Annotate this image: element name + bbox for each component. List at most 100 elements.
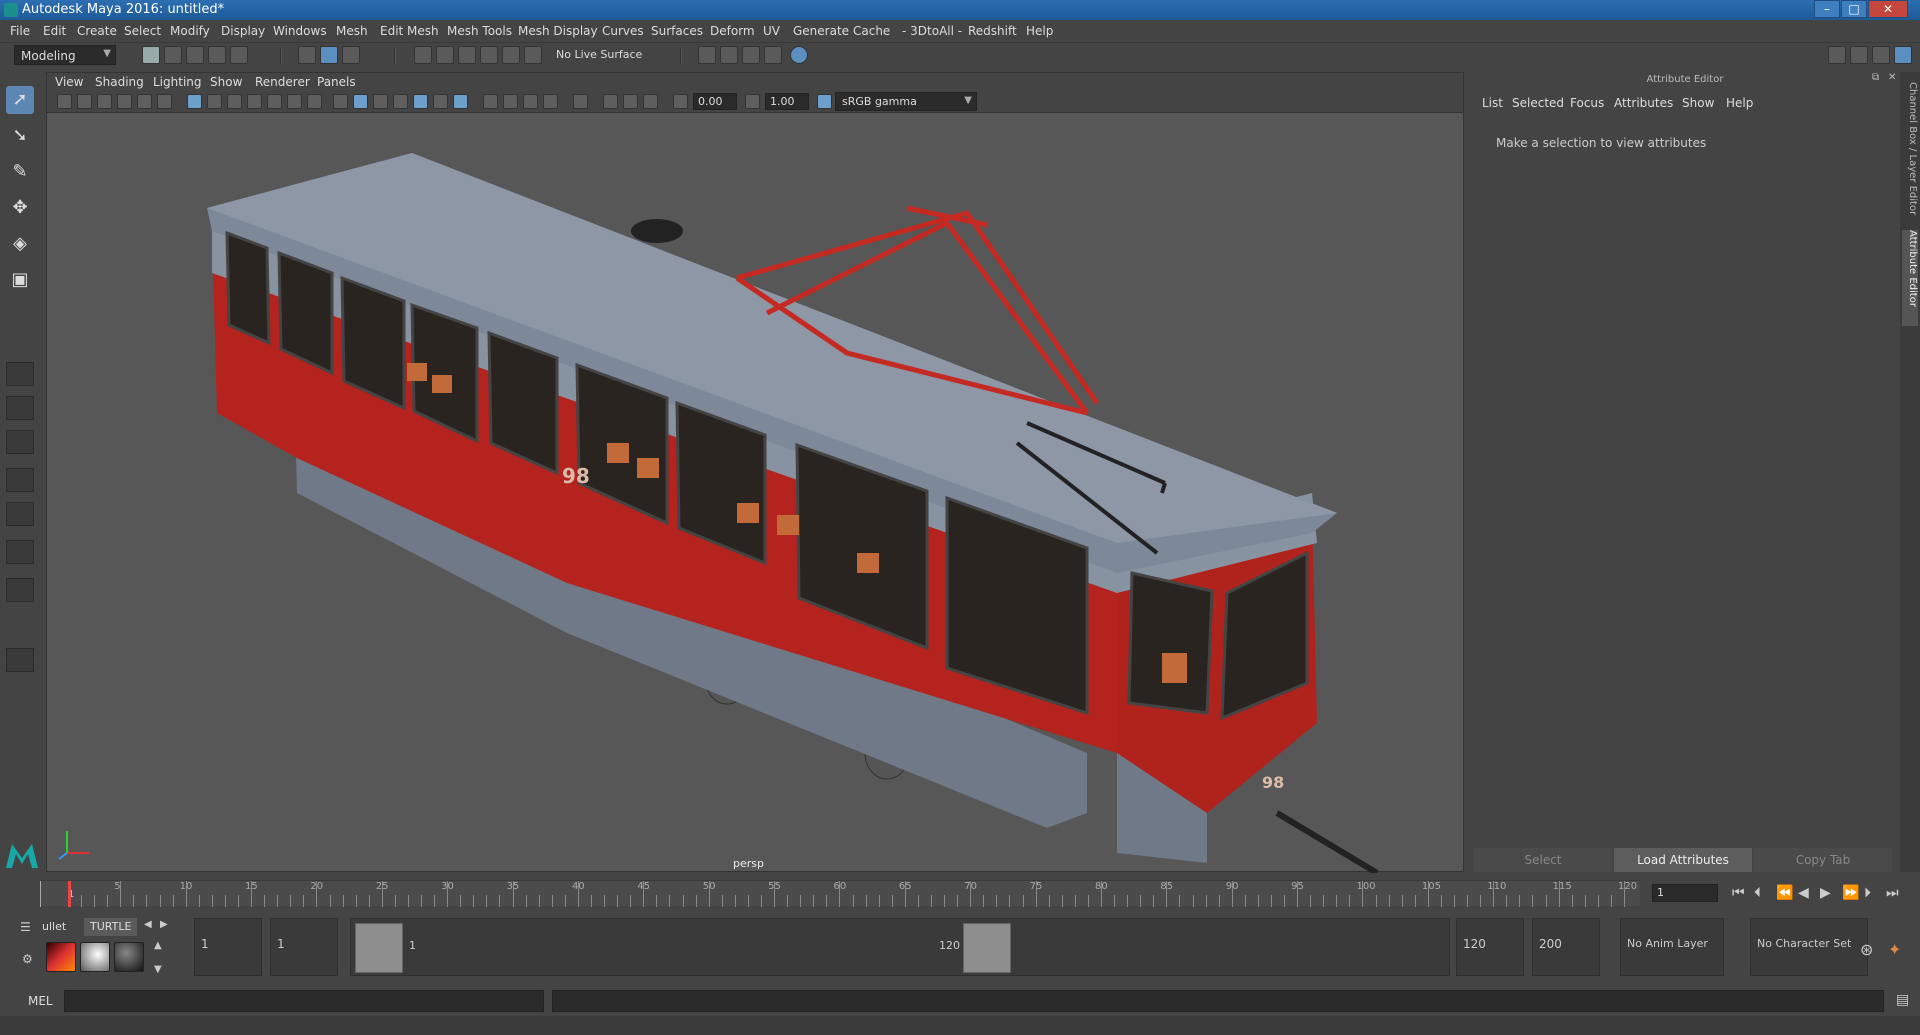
close-panel-icon[interactable]: ✕ — [1888, 72, 1896, 83]
rotate-tool-icon[interactable]: ◈ — [6, 230, 34, 258]
step-forward-key-icon[interactable]: ⏩ — [1842, 885, 1859, 901]
safe-action-icon[interactable] — [287, 94, 302, 109]
menu-mesh-tools[interactable]: Mesh Tools — [447, 24, 512, 38]
maximize-button[interactable]: □ — [1841, 0, 1867, 18]
custom-layout-icon[interactable] — [6, 648, 34, 672]
float-panel-icon[interactable]: ⧉ — [1872, 72, 1879, 83]
script-language-label[interactable]: MEL — [28, 994, 53, 1008]
menu-redshift[interactable]: Redshift — [968, 24, 1017, 38]
safe-title-icon[interactable] — [307, 94, 322, 109]
play-backwards-icon[interactable]: ◀ — [1798, 885, 1809, 901]
hypershade-icon[interactable] — [790, 46, 808, 64]
redo-icon[interactable] — [230, 46, 248, 64]
toggle-channel-box-icon[interactable] — [1894, 46, 1912, 64]
shelf-tab-turtle[interactable]: TURTLE — [84, 918, 138, 936]
menu-3dtoall[interactable]: - 3DtoAll - — [902, 24, 962, 38]
motion-blur-icon[interactable] — [503, 94, 518, 109]
viewport-menu-shading[interactable]: Shading — [95, 75, 144, 89]
copy-tab-button[interactable]: Copy Tab — [1754, 848, 1892, 872]
color-space-selector[interactable]: sRGB gamma ▼ — [835, 92, 977, 111]
toggle-tool-settings-icon[interactable] — [1872, 46, 1890, 64]
time-slider[interactable]: 1 51015202530354045505560657075808590951… — [40, 880, 1640, 907]
ipr-render-icon[interactable] — [742, 46, 760, 64]
use-all-lights-icon[interactable] — [433, 94, 448, 109]
snap-point-icon[interactable] — [458, 46, 476, 64]
textured-icon[interactable] — [413, 94, 428, 109]
shelf-settings-icon[interactable]: ⚙ — [22, 952, 33, 966]
range-end-handle[interactable] — [963, 923, 1011, 973]
step-back-frame-icon[interactable]: ⏴ — [1754, 885, 1761, 901]
menu-display[interactable]: Display — [221, 24, 265, 38]
animation-end-field[interactable]: 200 — [1532, 918, 1600, 976]
menu-cache[interactable]: Cache — [853, 24, 890, 38]
attr-menu-selected[interactable]: Selected — [1512, 96, 1564, 110]
load-attributes-button[interactable]: Load Attributes — [1614, 848, 1752, 872]
attr-menu-list[interactable]: List — [1482, 96, 1503, 110]
save-scene-icon[interactable] — [186, 46, 204, 64]
viewport-menu-view[interactable]: View — [55, 75, 83, 89]
paint-select-tool-icon[interactable]: ✎ — [6, 158, 34, 186]
play-forwards-icon[interactable]: ▶ — [1820, 885, 1831, 901]
use-default-material-icon[interactable] — [373, 94, 388, 109]
shelf-menu-icon[interactable]: ☰ — [20, 920, 31, 934]
character-set-selector[interactable]: No Character Set — [1750, 918, 1868, 976]
menu-surfaces[interactable]: Surfaces — [651, 24, 703, 38]
grease-pencil-icon[interactable] — [157, 94, 172, 109]
menu-mesh-display[interactable]: Mesh Display — [518, 24, 598, 38]
gamma-icon[interactable] — [745, 94, 760, 109]
animation-start-field[interactable]: 1 — [194, 918, 262, 976]
isolate-select-icon[interactable] — [573, 94, 588, 109]
bookmark-icon[interactable] — [97, 94, 112, 109]
select-button[interactable]: Select — [1474, 848, 1612, 872]
field-chart-icon[interactable] — [267, 94, 282, 109]
close-button[interactable]: ✕ — [1868, 0, 1908, 18]
tab-channel-box-layer-editor[interactable]: Channel Box / Layer Editor — [1902, 82, 1918, 222]
range-slider[interactable]: 1 120 — [350, 918, 1450, 976]
undo-icon[interactable] — [208, 46, 226, 64]
attr-menu-attributes[interactable]: Attributes — [1614, 96, 1673, 110]
menu-curves[interactable]: Curves — [602, 24, 644, 38]
smooth-shade-icon[interactable] — [353, 94, 368, 109]
xray-active-components-icon[interactable] — [623, 94, 638, 109]
anti-aliasing-icon[interactable] — [523, 94, 538, 109]
exposure-icon[interactable] — [673, 94, 688, 109]
auto-key-icon[interactable]: ⊛ — [1860, 940, 1873, 959]
toggle-attribute-editor-icon[interactable] — [1850, 46, 1868, 64]
snap-curve-icon[interactable] — [436, 46, 454, 64]
turtle-sphere-icon[interactable] — [114, 942, 144, 972]
playback-end-field[interactable]: 120 — [1456, 918, 1524, 976]
layout-options-icon[interactable] — [6, 578, 34, 602]
go-to-end-icon[interactable]: ⏭ — [1886, 885, 1899, 901]
shelf-scroll-down-icon[interactable]: ▼ — [154, 964, 162, 975]
render-settings-icon[interactable] — [698, 46, 716, 64]
snap-live-icon[interactable] — [502, 46, 520, 64]
attr-menu-show[interactable]: Show — [1682, 96, 1714, 110]
render-frame-icon[interactable] — [720, 46, 738, 64]
resolution-gate-icon[interactable] — [227, 94, 242, 109]
step-back-key-icon[interactable]: ⏪ — [1776, 885, 1793, 901]
menu-uv[interactable]: UV — [763, 24, 780, 38]
attr-menu-focus[interactable]: Focus — [1570, 96, 1604, 110]
menu-deform[interactable]: Deform — [710, 24, 755, 38]
camera-attributes-icon[interactable] — [77, 94, 92, 109]
persp-graph-layout-icon[interactable] — [6, 468, 34, 492]
lasso-tool-icon[interactable]: ➘ — [6, 122, 34, 150]
persp-graph-hypergraph-layout-icon[interactable] — [6, 502, 34, 526]
perspective-viewport[interactable]: View Shading Lighting Show Renderer Pane… — [46, 72, 1464, 873]
two-d-pan-icon[interactable] — [137, 94, 152, 109]
minimize-button[interactable]: – — [1814, 0, 1840, 18]
viewport-menu-lighting[interactable]: Lighting — [153, 75, 202, 89]
command-input[interactable] — [64, 990, 544, 1012]
persp-outliner-layout-icon[interactable] — [6, 430, 34, 454]
xray-icon[interactable] — [603, 94, 618, 109]
camera-select-icon[interactable] — [57, 94, 72, 109]
current-frame-field[interactable]: 1 — [1652, 884, 1718, 902]
viewport-menu-show[interactable]: Show — [210, 75, 242, 89]
shelf-scroll-left-icon[interactable]: ◀ — [144, 919, 152, 930]
select-hierarchy-icon[interactable] — [298, 46, 316, 64]
color-management-icon[interactable] — [817, 94, 832, 109]
go-to-start-icon[interactable]: ⏮ — [1732, 885, 1745, 901]
shelf-scroll-up-icon[interactable]: ▲ — [154, 940, 162, 951]
playback-start-field[interactable]: 1 — [270, 918, 338, 976]
gamma-field[interactable]: 1.00 — [765, 93, 809, 110]
